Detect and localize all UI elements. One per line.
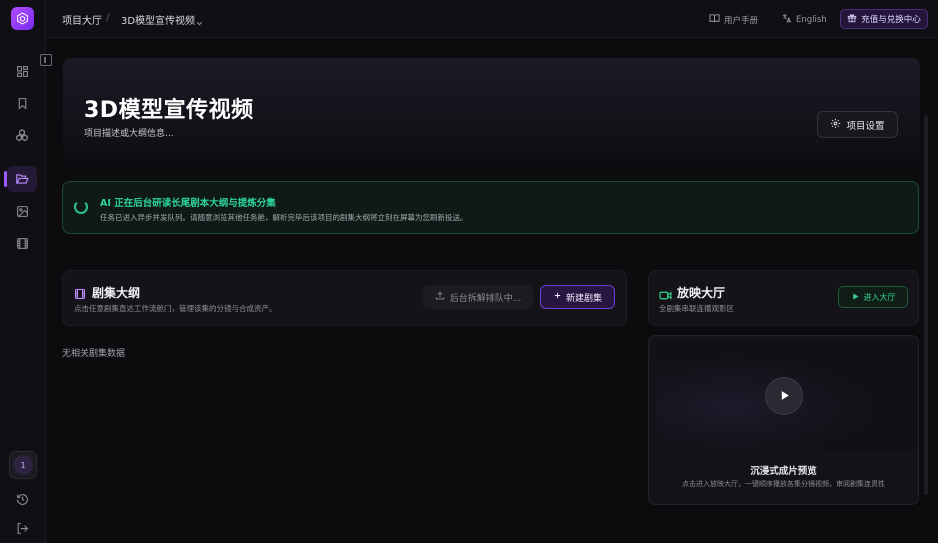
image-icon[interactable] xyxy=(11,200,33,222)
preview-subtitle: 点击进入放映大厅，一键顺序播放各集分镜视频，审阅剧集连贯性 xyxy=(682,480,885,488)
episodes-title: 剧集大纲 xyxy=(92,286,141,300)
film-icon[interactable] xyxy=(11,232,33,254)
new-episode-button[interactable]: 新建剧集 xyxy=(540,285,615,309)
enter-hall-button[interactable]: 进入大厅 xyxy=(838,286,908,308)
project-settings-button[interactable]: 项目设置 xyxy=(817,111,898,138)
breadcrumb-separator: / xyxy=(106,11,110,24)
play-button[interactable] xyxy=(765,377,803,415)
plus-icon xyxy=(553,291,562,303)
project-settings-label: 项目设置 xyxy=(846,120,885,132)
avatar[interactable]: 1 xyxy=(9,451,37,479)
screening-title: 放映大厅 xyxy=(677,286,726,300)
gear-icon xyxy=(830,118,841,132)
queue-status-label: 后台拆解排队中... xyxy=(449,293,522,304)
loading-spinner-icon xyxy=(74,200,88,214)
queue-status-button[interactable]: 后台拆解排队中... xyxy=(423,285,533,309)
language-label: English xyxy=(796,15,827,25)
sidebar: 1 xyxy=(0,0,46,543)
episodes-subtitle: 点击任意剧集直达工作流舱门，管理该集的分镜与合成资产。 xyxy=(74,304,277,313)
recharge-button[interactable]: 充值与兑换中心 xyxy=(840,9,928,29)
translate-icon xyxy=(781,13,792,27)
top-bar: 项目大厅 / 3D模型宣传视频 用户手册 English xyxy=(46,0,938,38)
assets-icon[interactable] xyxy=(11,124,33,146)
bookmark-icon[interactable] xyxy=(11,92,33,114)
avatar-label: 1 xyxy=(13,455,33,475)
sidebar-toggle-icon[interactable] xyxy=(40,54,52,66)
breadcrumb-current[interactable]: 3D模型宣传视频 xyxy=(121,12,195,27)
new-episode-label: 新建剧集 xyxy=(565,293,602,304)
breadcrumb-root[interactable]: 项目大厅 xyxy=(62,12,102,27)
language-switch[interactable]: English xyxy=(781,13,827,27)
scrollbar[interactable] xyxy=(924,115,928,495)
gift-icon xyxy=(847,13,857,26)
logout-icon[interactable] xyxy=(11,517,33,539)
preview-title: 沉浸式成片预览 xyxy=(750,466,817,477)
cube-logo-icon[interactable] xyxy=(11,7,34,30)
book-icon xyxy=(709,13,720,27)
screening-subtitle: 全剧集串联连播观影区 xyxy=(659,304,734,313)
history-icon[interactable] xyxy=(11,488,33,510)
page-title: 3D模型宣传视频 xyxy=(84,98,254,123)
ai-status-subtitle: 任务已进入异步并发队列。请随意浏览其他任务舱，解析完毕后该项目的剧集大纲将立刻在… xyxy=(100,213,468,222)
user-manual-link[interactable]: 用户手册 xyxy=(709,13,758,27)
project-description[interactable]: 项目描述或大纲信息... xyxy=(84,126,174,139)
empty-state-text: 无相关剧集数据 xyxy=(62,349,126,359)
upload-icon xyxy=(435,291,445,304)
film-strip-icon xyxy=(74,285,86,304)
user-manual-label: 用户手册 xyxy=(724,16,759,26)
chevron-down-icon[interactable] xyxy=(195,13,204,32)
play-icon xyxy=(778,387,791,406)
folder-icon[interactable] xyxy=(4,166,37,192)
enter-hall-label: 进入大厅 xyxy=(863,292,896,302)
dashboard-icon[interactable] xyxy=(11,60,33,82)
play-small-icon xyxy=(851,292,860,303)
ai-status-title: AI 正在后台研读长尾剧本大纲与提炼分集 xyxy=(100,198,276,209)
recharge-label: 充值与兑换中心 xyxy=(861,15,921,25)
